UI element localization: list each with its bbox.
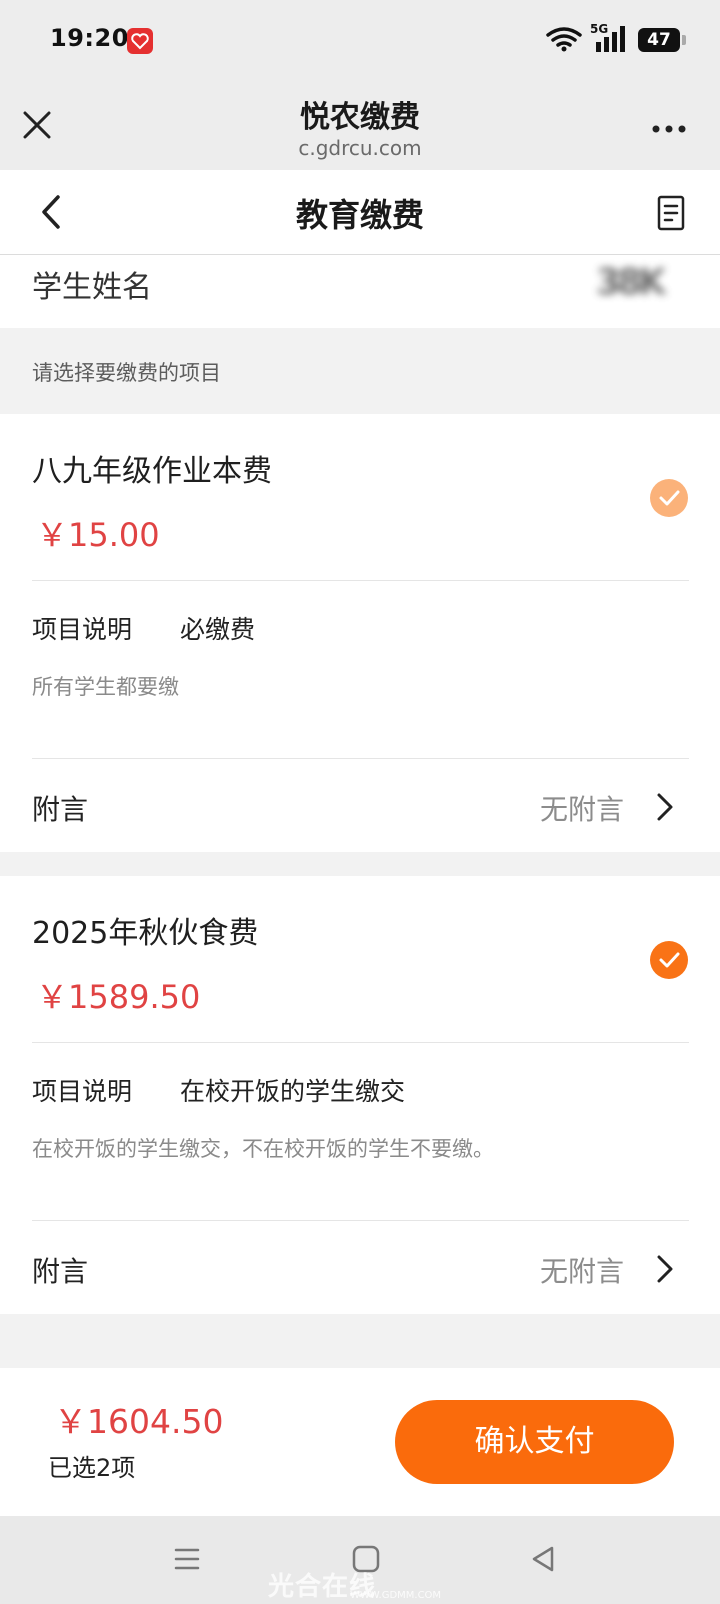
fee-item-price: ￥15.00 — [36, 516, 160, 554]
status-time: 19:20 — [50, 24, 129, 52]
item-desc-note: 在校开饭的学生缴交，不在校开饭的学生不要缴。 — [32, 1137, 494, 1161]
student-name-value: 38K — [596, 262, 666, 303]
signal-icon — [596, 26, 625, 52]
item-desc-value: 在校开饭的学生缴交 — [180, 1077, 406, 1106]
battery-tip — [682, 35, 686, 45]
fee-item-checkbox[interactable] — [650, 479, 688, 517]
item-desc-value: 必缴费 — [180, 615, 256, 644]
more-icon[interactable] — [652, 124, 686, 134]
check-icon — [659, 952, 680, 968]
divider — [32, 580, 689, 581]
total-amount: ￥1604.50 — [54, 1402, 224, 1441]
fee-item-price: ￥1589.50 — [36, 978, 201, 1016]
remark-value[interactable]: 无附言 — [540, 788, 624, 828]
bill-record-icon[interactable] — [656, 194, 688, 234]
fee-item-name: 八九年级作业本费 — [32, 454, 272, 489]
watermark-url: WWW.GDMM.COM — [350, 1590, 442, 1601]
remark-value[interactable]: 无附言 — [540, 1250, 624, 1290]
select-hint: 请选择要缴费的项目 — [32, 361, 221, 385]
selected-count: 已选2项 — [48, 1454, 136, 1482]
mini-program-url: c.gdrcu.com — [298, 136, 422, 160]
wifi-icon — [546, 27, 582, 52]
fee-item-name: 2025年秋伙食费 — [32, 916, 259, 951]
remark-label: 附言 — [32, 793, 89, 826]
chevron-right-icon[interactable] — [656, 1254, 674, 1284]
student-name-label: 学生姓名 — [32, 270, 152, 305]
divider — [32, 1042, 689, 1043]
back-triangle-icon[interactable] — [530, 1545, 556, 1573]
app-notification-icon — [127, 28, 153, 54]
divider — [32, 1220, 689, 1221]
remark-label: 附言 — [32, 1255, 89, 1288]
check-icon — [659, 490, 680, 506]
item-desc-label: 项目说明 — [32, 1077, 133, 1106]
fee-item-checkbox[interactable] — [650, 941, 688, 979]
item-desc-note: 所有学生都要缴 — [32, 675, 179, 699]
item-desc-label: 项目说明 — [32, 615, 133, 644]
page-title: 教育缴费 — [295, 196, 424, 234]
battery-level: 47 — [647, 30, 671, 50]
mini-program-title: 悦农缴费 — [300, 100, 420, 135]
chevron-right-icon[interactable] — [656, 792, 674, 822]
menu-icon[interactable] — [174, 1546, 200, 1572]
divider — [32, 758, 689, 759]
confirm-pay-button[interactable]: 确认支付 — [395, 1400, 674, 1484]
